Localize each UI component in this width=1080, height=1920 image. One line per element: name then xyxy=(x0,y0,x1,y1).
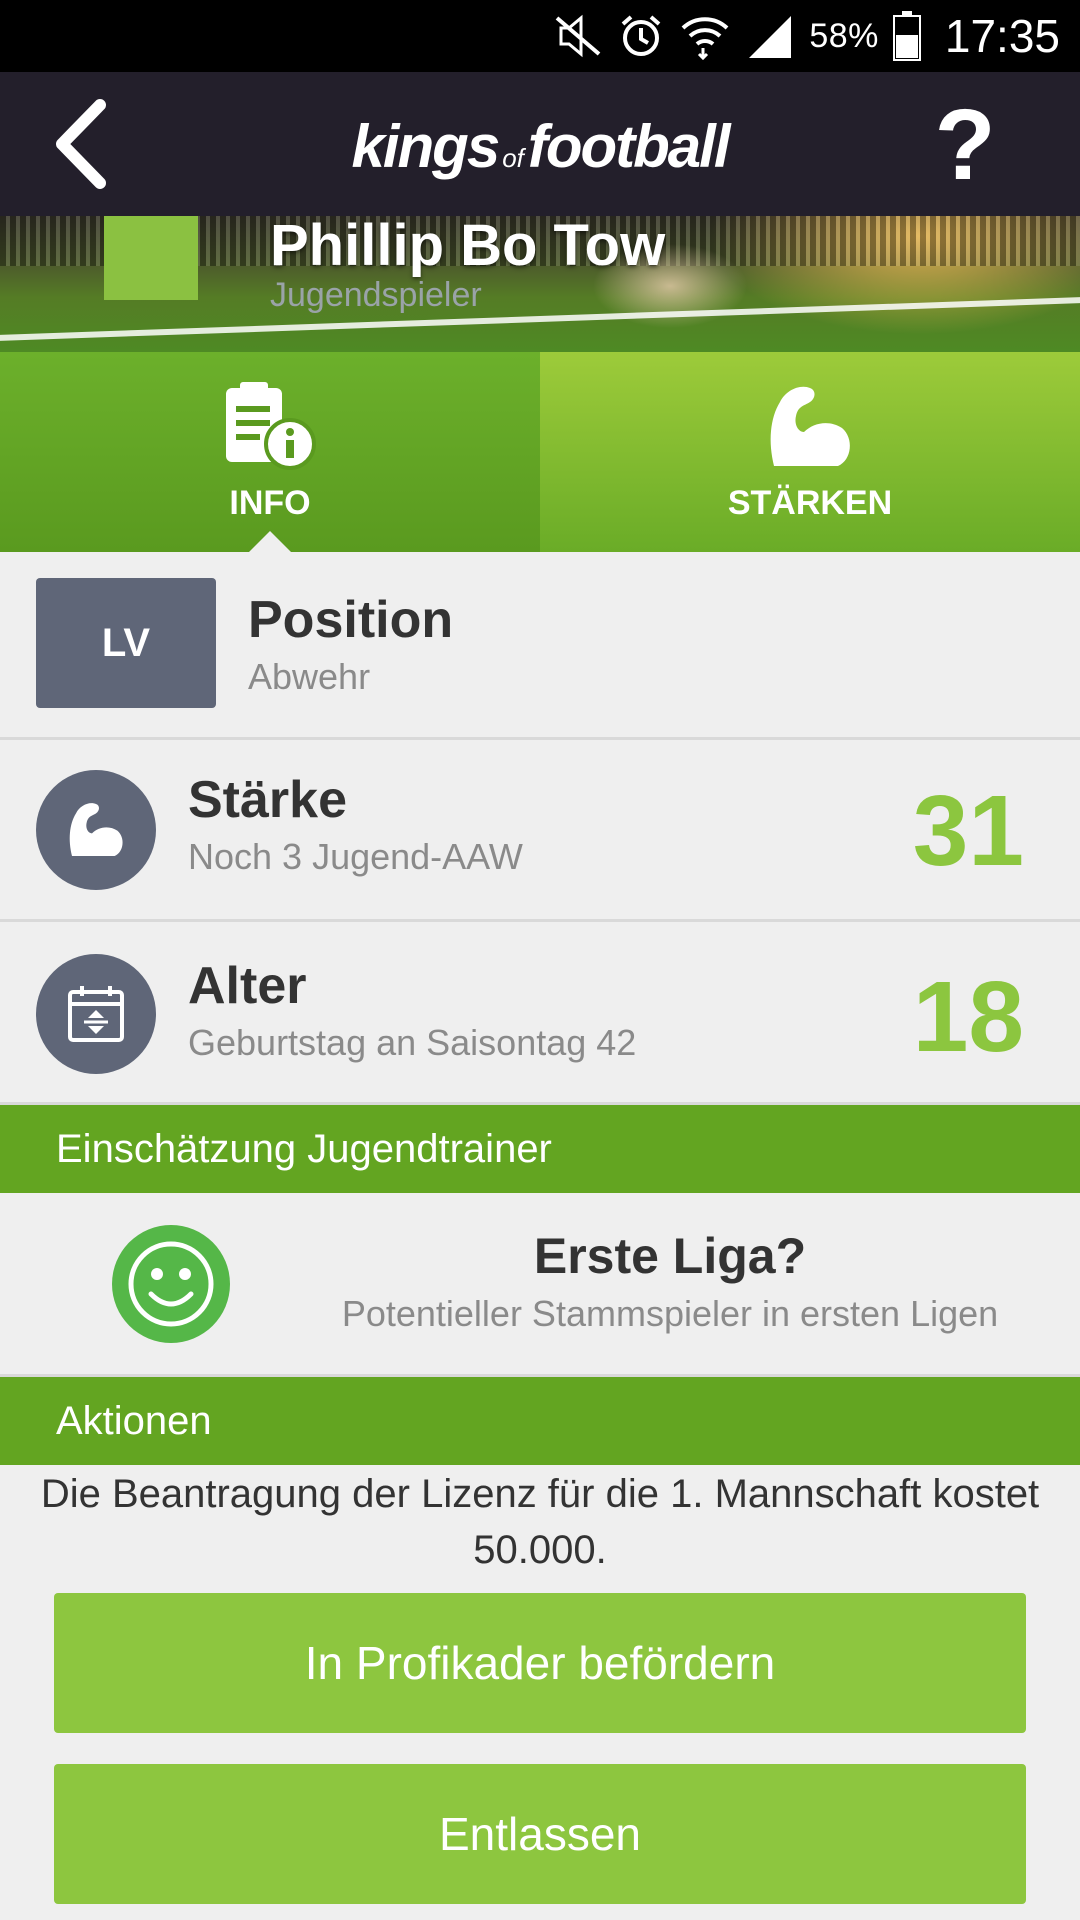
position-title: Position xyxy=(248,591,454,649)
battery-icon xyxy=(892,11,921,61)
promote-button[interactable]: In Profikader befördern xyxy=(54,1593,1026,1733)
calendar-icon xyxy=(68,986,124,1042)
player-name: Phillip Bo Tow xyxy=(270,216,666,278)
signal-icon xyxy=(745,12,795,60)
mute-icon xyxy=(553,14,603,58)
position-row: LV Position Abwehr xyxy=(0,552,1080,740)
actions-section-header: Aktionen xyxy=(0,1377,1080,1465)
status-time: 17:35 xyxy=(944,10,1060,62)
player-avatar xyxy=(104,216,198,300)
tab-info[interactable]: INFO xyxy=(0,352,540,553)
battery-percent: 58% xyxy=(809,16,879,55)
flexed-arm-icon xyxy=(69,803,123,856)
license-info-text: Die Beantragung der Lizenz für die 1. Ma… xyxy=(40,1472,1040,1572)
player-type: Jugendspieler xyxy=(270,276,482,314)
position-value: Abwehr xyxy=(248,656,371,697)
assessment-panel: Erste Liga? Potentieller Stammspieler in… xyxy=(0,1193,1080,1377)
tab-info-label: INFO xyxy=(229,483,311,522)
logo-kings: kings xyxy=(351,113,500,180)
age-value: 18 xyxy=(912,961,1024,1073)
strength-title: Stärke xyxy=(188,771,347,829)
age-title: Alter xyxy=(188,957,307,1015)
player-banner: Phillip Bo Tow Jugendspieler xyxy=(0,216,1080,352)
status-icons: 58% 17:35 xyxy=(553,0,1060,72)
strength-row: Stärke Noch 3 Jugend-AAW 31 xyxy=(0,740,1080,922)
assessment-subtitle: Potentieller Stammspieler in ersten Lige… xyxy=(341,1293,999,1334)
tab-staerken-label: STÄRKEN xyxy=(727,483,893,522)
info-document-icon xyxy=(226,381,316,470)
tab-staerken[interactable]: STÄRKEN xyxy=(540,352,1080,552)
age-row: Alter Geburtstag an Saisontag 42 18 xyxy=(0,922,1080,1105)
status-bar: 58% 17:35 xyxy=(0,0,1080,72)
help-button[interactable]: ? xyxy=(920,90,1010,200)
position-badge: LV xyxy=(36,578,216,708)
alarm-icon xyxy=(617,12,665,60)
strength-subtitle: Noch 3 Jugend-AAW xyxy=(188,836,523,877)
logo-football: football xyxy=(527,113,731,180)
logo-of: of xyxy=(502,143,524,173)
age-icon-circle xyxy=(36,954,156,1074)
tab-bar: INFO STÄRKEN xyxy=(0,352,1080,553)
field-line xyxy=(0,297,1080,341)
app-header: kings offootball ? xyxy=(0,72,1080,216)
strength-value: 31 xyxy=(912,775,1024,887)
app-logo: kings offootball xyxy=(0,112,1080,181)
flexed-arm-icon xyxy=(770,386,850,466)
dismiss-button[interactable]: Entlassen xyxy=(54,1764,1026,1904)
assessment-title: Erste Liga? xyxy=(533,1228,807,1284)
wifi-icon xyxy=(679,12,731,60)
age-subtitle: Geburtstag an Saisontag 42 xyxy=(188,1022,637,1063)
assessment-section-header: Einschätzung Jugendtrainer xyxy=(0,1105,1080,1193)
smiley-icon xyxy=(112,1225,230,1343)
strength-icon-circle xyxy=(36,770,156,890)
